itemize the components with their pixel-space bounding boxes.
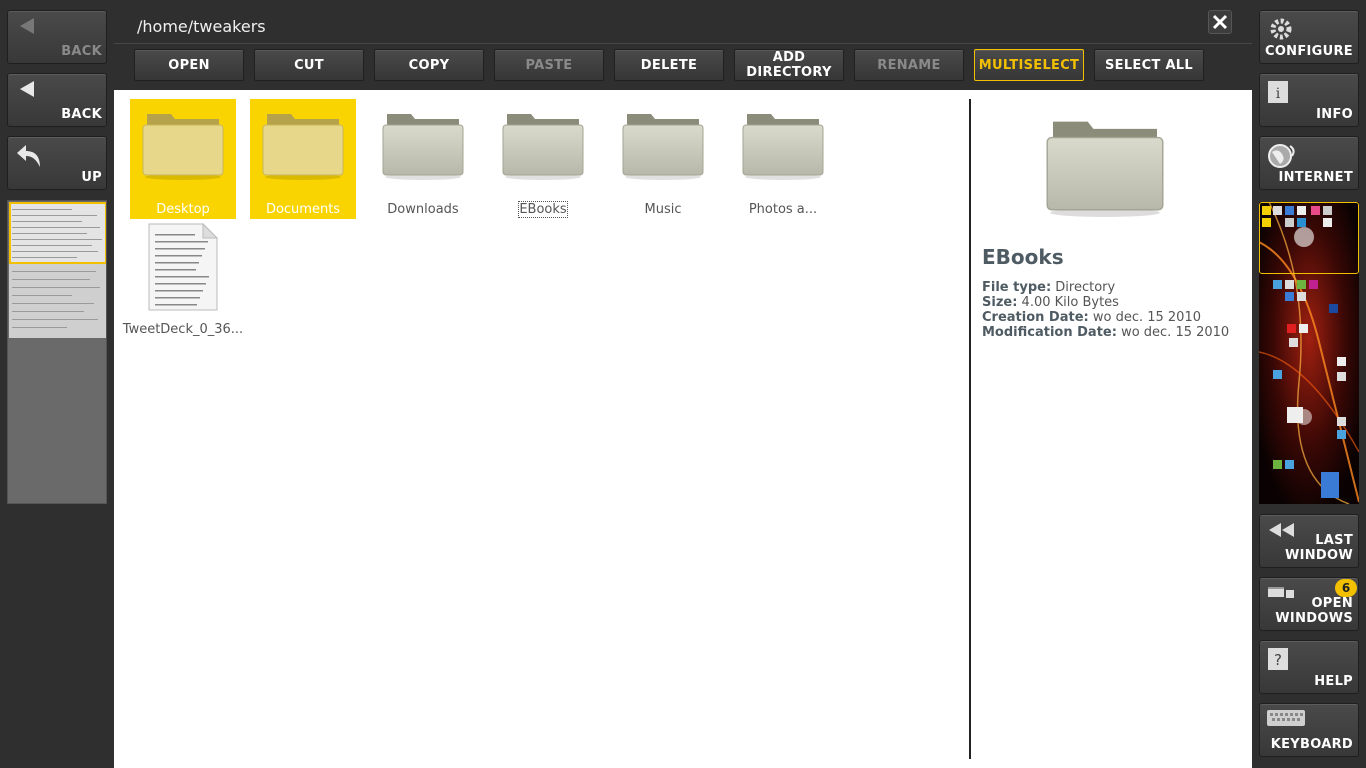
item-name: Documents (250, 202, 356, 217)
keyboard-label: KEYBOARD (1270, 737, 1353, 752)
modification-date-value: wo dec. 15 2010 (1121, 325, 1230, 340)
creation-date-value: wo dec. 15 2010 (1092, 310, 1201, 325)
help-icon: ? (1266, 646, 1292, 676)
folder-item[interactable]: Documents (250, 99, 356, 219)
item-name: EBooks (490, 201, 596, 218)
svg-text:?: ? (1274, 651, 1282, 669)
item-name-text: Downloads (387, 202, 459, 217)
folder-item[interactable]: Photos a... (730, 99, 836, 219)
creation-date-row: Creation Date: wo dec. 15 2010 (982, 310, 1229, 325)
copy-button[interactable]: COPY (374, 49, 484, 81)
undo-arrow-icon (14, 141, 44, 175)
item-name: Desktop (130, 202, 236, 217)
creation-date-label: Creation Date: (982, 310, 1089, 325)
item-name-text: EBooks (518, 201, 568, 218)
folder-item[interactable]: EBooks (490, 99, 596, 219)
item-name-text: Documents (265, 202, 341, 217)
preview-title: EBooks (982, 245, 1064, 269)
page-minimap[interactable] (7, 200, 107, 504)
info-button[interactable]: i INFO (1259, 73, 1359, 127)
arrow-left-icon (14, 15, 40, 41)
folder-item[interactable]: Music (610, 99, 716, 219)
item-name-text: Desktop (156, 202, 210, 217)
file-item[interactable]: TweetDeck_0_36... (123, 219, 243, 339)
panel-divider (969, 99, 971, 759)
open-windows-label: OPEN WINDOWS (1275, 596, 1353, 626)
modification-date-label: Modification Date: (982, 325, 1117, 340)
file-type-value: Directory (1055, 280, 1116, 295)
file-type-label: File type: (982, 280, 1052, 295)
current-workspace-frame[interactable] (1259, 202, 1359, 274)
back-label: BACK (61, 107, 102, 122)
last-window-label: LAST WINDOW (1284, 533, 1353, 563)
file-type-row: File type: Directory (982, 280, 1229, 295)
paste-button[interactable]: PASTE (494, 49, 604, 81)
add-directory-button[interactable]: ADD DIRECTORY (734, 49, 844, 81)
back-disabled-label: BACK (61, 44, 102, 59)
svg-text:i: i (1276, 86, 1281, 102)
text-document-icon (141, 222, 225, 318)
folder-icon (261, 108, 345, 184)
up-button[interactable]: UP (7, 136, 107, 190)
folder-icon (741, 108, 825, 184)
back-button[interactable]: BACK (7, 73, 107, 127)
header-divider (114, 43, 1252, 44)
configure-button[interactable]: CONFIGURE (1259, 10, 1359, 64)
item-name: Photos a... (730, 202, 836, 217)
folder-icon (381, 108, 465, 184)
item-name-text: Photos a... (748, 202, 818, 217)
open-windows-count-badge: 6 (1335, 579, 1357, 597)
arrow-left-icon (14, 78, 40, 104)
info-icon: i (1266, 79, 1292, 109)
internet-button[interactable]: INTERNET (1259, 136, 1359, 190)
folder-item[interactable]: Desktop (130, 99, 236, 219)
multiselect-button[interactable]: MULTISELECT (974, 49, 1084, 81)
keyboard-button[interactable]: KEYBOARD (1259, 703, 1359, 757)
select-all-button[interactable]: SELECT ALL (1094, 49, 1204, 81)
folder-icon (501, 108, 585, 184)
close-button[interactable] (1208, 10, 1232, 34)
item-name-text: TweetDeck_0_36... (122, 322, 244, 337)
workspace-overview[interactable] (1259, 202, 1359, 504)
close-icon (1212, 14, 1228, 30)
internet-label: INTERNET (1278, 170, 1353, 185)
info-label: INFO (1316, 107, 1353, 122)
help-label: HELP (1314, 674, 1353, 689)
keyboard-icon (1266, 709, 1306, 731)
size-value: 4.00 Kilo Bytes (1021, 295, 1119, 310)
preview-properties: File type: Directory Size: 4.00 Kilo Byt… (982, 280, 1229, 340)
rename-button[interactable]: RENAME (854, 49, 964, 81)
last-window-button[interactable]: LAST WINDOW (1259, 514, 1359, 568)
folder-item[interactable]: Downloads (370, 99, 476, 219)
cut-button[interactable]: CUT (254, 49, 364, 81)
item-name: TweetDeck_0_36... (122, 322, 244, 337)
help-button[interactable]: ? HELP (1259, 640, 1359, 694)
item-name: Downloads (370, 202, 476, 217)
item-name-text: Music (644, 202, 682, 217)
preview-folder-icon (1043, 113, 1167, 221)
back-disabled-button[interactable]: BACK (7, 10, 107, 64)
configure-label: CONFIGURE (1264, 44, 1353, 59)
current-path: /home/tweakers (137, 17, 266, 36)
size-row: Size: 4.00 Kilo Bytes (982, 295, 1229, 310)
delete-button[interactable]: DELETE (614, 49, 724, 81)
folder-icon (621, 108, 705, 184)
item-name: Music (610, 202, 716, 217)
open-button[interactable]: OPEN (134, 49, 244, 81)
folder-icon (141, 108, 225, 184)
modification-date-row: Modification Date: wo dec. 15 2010 (982, 325, 1229, 340)
size-label: Size: (982, 295, 1018, 310)
up-label: UP (81, 170, 102, 185)
